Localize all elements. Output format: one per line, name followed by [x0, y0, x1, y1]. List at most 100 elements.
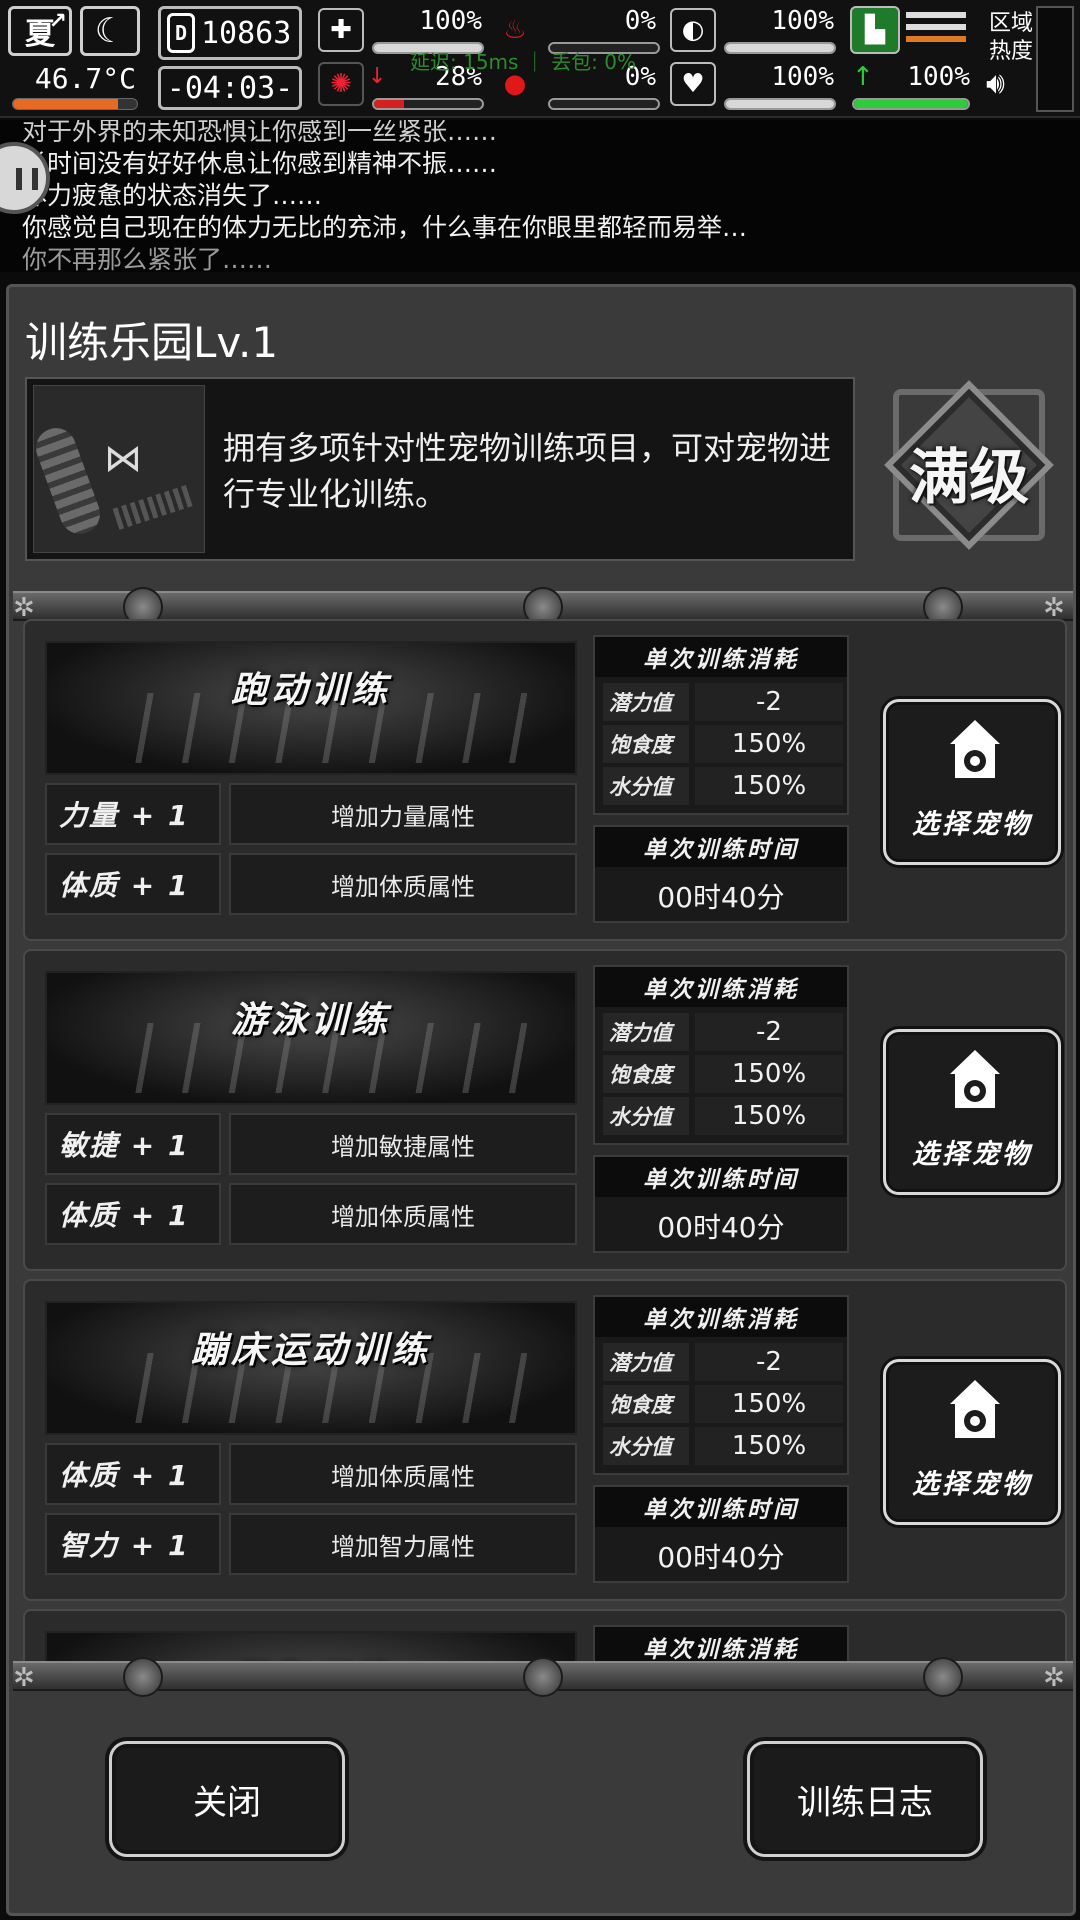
training-banner: 蹦床运动训练 — [45, 1301, 577, 1435]
select-pet-label: 选择宠物 — [912, 809, 1032, 840]
duration-header: 单次训练时间 — [595, 1487, 847, 1527]
attribute-bonus: 智力 + 1 — [45, 1513, 221, 1575]
panel-footer: 关闭 训练日志 — [13, 1699, 1071, 1909]
training-card: 跑动训练 力量 + 1 增加力量属性 体质 + 1 增加体质属性 单次训练消耗 … — [23, 619, 1067, 941]
cost-value: 150% — [695, 1427, 843, 1465]
pet-house-icon — [950, 1050, 1000, 1110]
boot-icon[interactable]: ▙ — [850, 6, 900, 54]
training-banner: 平衡训练 — [45, 1631, 577, 1661]
attribute-bonus: 体质 + 1 — [45, 1443, 221, 1505]
duration-value: 00时40分 — [657, 1541, 785, 1574]
cost-value: -2 — [695, 1343, 843, 1381]
cost-key: 潜力值 — [603, 683, 689, 721]
attribute-description: 增加敏捷属性 — [229, 1113, 577, 1175]
select-pet-button[interactable]: 选择宠物 — [883, 1029, 1061, 1195]
cost-key: 饱食度 — [603, 725, 689, 763]
stomach-value: 100% — [771, 6, 834, 36]
select-pet-label: 选择宠物 — [912, 1139, 1032, 1170]
stamina-value: 100% — [907, 62, 970, 92]
list-top-rail: ✲ ✲ — [13, 587, 1073, 627]
attribute-description: 增加体质属性 — [229, 1443, 577, 1505]
facility-intro: ⋈ 拥有多项针对性宠物训练项目，可对宠物进行专业化训练。 — [25, 377, 855, 561]
cost-value: -2 — [695, 1013, 843, 1051]
cost-header: 单次训练消耗 — [595, 1627, 847, 1661]
training-card: 蹦床运动训练 体质 + 1 增加体质属性 智力 + 1 增加智力属性 单次训练消… — [23, 1279, 1067, 1601]
facility-description: 拥有多项针对性宠物训练项目，可对宠物进行专业化训练。 — [223, 429, 832, 513]
training-banner: 游泳训练 — [45, 971, 577, 1105]
training-banner: 跑动训练 — [45, 641, 577, 775]
blood-bottom-bar — [548, 98, 660, 110]
cost-key: 饱食度 — [603, 1055, 689, 1093]
cost-header: 单次训练消耗 — [595, 1297, 847, 1337]
network-status: 延迟: 15ms ｜ 丢包: 0% — [410, 50, 636, 74]
cost-key: 潜力值 — [603, 1343, 689, 1381]
duration-header: 单次训练时间 — [595, 827, 847, 867]
cost-value: -2 — [695, 683, 843, 721]
attribute-description: 增加力量属性 — [229, 783, 577, 845]
close-button[interactable]: 关闭 — [109, 1741, 345, 1857]
cost-value: 150% — [695, 1097, 843, 1135]
day-value: 10863 — [201, 15, 292, 51]
training-cost: 单次训练消耗 潜力值 -2 饱食度 150% 水分值 150% — [593, 1295, 849, 1475]
cost-key: 水分值 — [603, 767, 689, 805]
cost-value: 150% — [695, 725, 843, 763]
pet-house-icon — [950, 720, 1000, 780]
stomach-bar — [724, 42, 836, 54]
gear-icon: ✲ — [1043, 1663, 1065, 1693]
cost-key: 水分值 — [603, 1097, 689, 1135]
status-hud: 夏 ↗ ☾ 46.7°C D 10863 -04:03- ✚ 100% ✺ ↓ … — [0, 0, 1080, 118]
day-icon: D — [167, 13, 195, 53]
training-cost: 单次训练消耗 — [593, 1625, 849, 1661]
cost-header: 单次训练消耗 — [595, 967, 847, 1007]
log-line: 体力疲惫的状态消失了…… — [22, 181, 323, 210]
pet-house-icon — [950, 1380, 1000, 1440]
message-log[interactable]: 对于外界的未知恐惧让你感到一丝紧张…… 长时间没有好好休息让你感到精神不振…… … — [0, 120, 1080, 272]
cost-key: 水分值 — [603, 1427, 689, 1465]
heart-value: 100% — [771, 62, 834, 92]
attribute-bonus: 体质 + 1 — [45, 1183, 221, 1245]
log-line: 长时间没有好好休息让你感到精神不振…… — [22, 149, 498, 178]
attribute-description: 增加体质属性 — [229, 1183, 577, 1245]
medkit-icon[interactable]: ✚ — [318, 8, 364, 52]
region-label-line-1: 区域 — [988, 11, 1033, 36]
sun-arrow-icon: ↗ — [48, 9, 67, 34]
select-pet-button[interactable]: 选择宠物 — [883, 699, 1061, 865]
health-value: 100% — [419, 6, 482, 36]
season-badge[interactable]: 夏 ↗ — [8, 6, 72, 56]
training-duration: 单次训练时间 00时40分 — [593, 1155, 849, 1253]
speaker-icon[interactable]: 🔊︎ — [986, 66, 1005, 101]
attribute-description: 增加智力属性 — [229, 1513, 577, 1575]
stamina-stripes — [906, 12, 966, 52]
fish-bone-icon: ⋈ — [104, 436, 142, 480]
training-card: 游泳训练 敏捷 + 1 增加敏捷属性 体质 + 1 增加体质属性 单次训练消耗 … — [23, 949, 1067, 1271]
duration-header: 单次训练时间 — [595, 1157, 847, 1197]
moon-icon[interactable]: ☾ — [80, 6, 140, 56]
thermometer-bar — [12, 98, 138, 110]
heart-icon[interactable]: ♥ — [670, 62, 716, 106]
attribute-bonus: 力量 + 1 — [45, 783, 221, 845]
training-cost: 单次训练消耗 潜力值 -2 饱食度 150% 水分值 150% — [593, 635, 849, 815]
training-park-panel: 训练乐园Lv.1 ⋈ 拥有多项针对性宠物训练项目，可对宠物进行专业化训练。 满级… — [6, 284, 1076, 1916]
log-line: 你感觉自己现在的体力无比的充沛，什么事在你眼里都轻而易举… — [22, 213, 748, 242]
stamina-bar — [852, 98, 970, 110]
region-label-line-2: 热度 — [988, 39, 1033, 64]
training-cost: 单次训练消耗 潜力值 -2 饱食度 150% 水分值 150% — [593, 965, 849, 1145]
training-log-button[interactable]: 训练日志 — [747, 1741, 983, 1857]
training-title: 平衡训练 — [47, 1651, 575, 1661]
cost-value: 150% — [695, 767, 843, 805]
training-title: 跑动训练 — [230, 670, 391, 711]
cost-value: 150% — [695, 1055, 843, 1093]
max-level-badge: 满级 — [884, 380, 1054, 550]
stomach-icon[interactable]: ◐ — [670, 8, 716, 52]
training-title: 蹦床运动训练 — [190, 1330, 431, 1371]
brain-icon[interactable]: ✺ — [318, 62, 364, 106]
facility-image: ⋈ — [30, 385, 205, 553]
training-list[interactable]: 跑动训练 力量 + 1 增加力量属性 体质 + 1 增加体质属性 单次训练消耗 … — [19, 619, 1071, 1661]
brain-bar — [372, 98, 484, 110]
cost-key: 潜力值 — [603, 1013, 689, 1051]
select-pet-button[interactable]: 选择宠物 — [883, 1359, 1061, 1525]
page-title: 训练乐园Lv.1 — [25, 318, 279, 367]
duration-value: 00时40分 — [657, 881, 785, 914]
attribute-bonus: 敏捷 + 1 — [45, 1113, 221, 1175]
region-heat-label[interactable]: 区域 热度 — [984, 10, 1038, 66]
